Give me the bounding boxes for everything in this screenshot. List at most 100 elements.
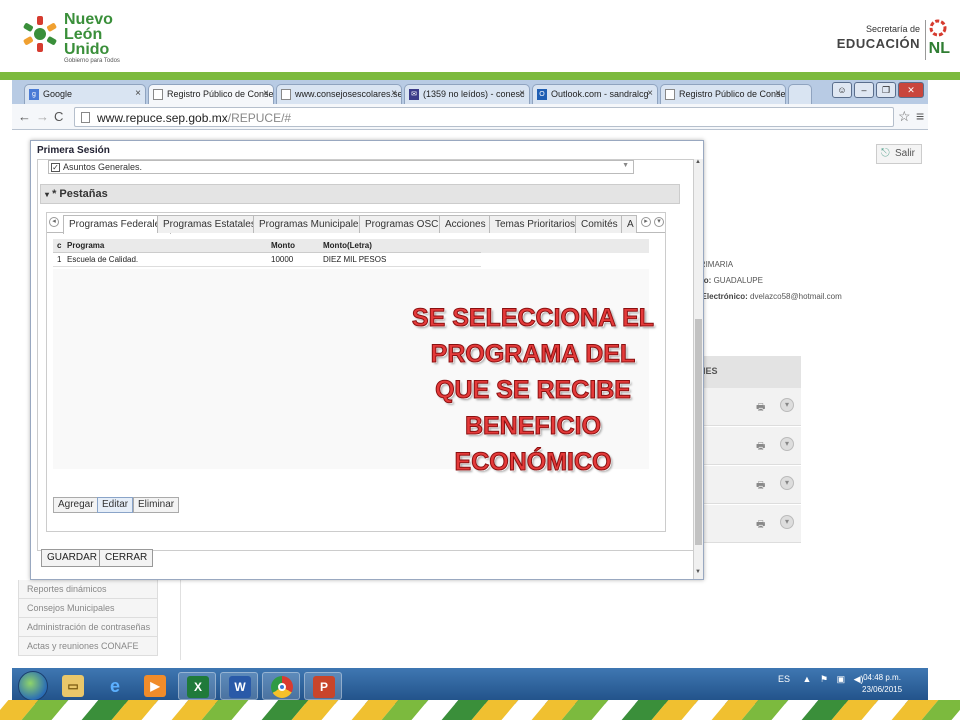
browser-tab[interactable]: Registro Público de Conse × <box>148 84 274 104</box>
chevron-down-icon[interactable]: ▾ <box>780 437 794 451</box>
save-button[interactable]: GUARDAR <box>41 549 104 567</box>
logout-button[interactable]: Salir <box>876 144 923 164</box>
page-header: Nuevo León Unido Gobierno para Todos Sec… <box>0 0 960 72</box>
tab-programas-municipales[interactable]: Programas Municipales <box>253 215 370 233</box>
tray-arrow-icon[interactable]: ▲ <box>803 674 812 684</box>
brand-line: Unido <box>64 41 110 58</box>
grid-header-row: c Programa Monto Monto(Letra) <box>53 239 481 253</box>
print-icon[interactable]: 🖶 <box>756 478 765 495</box>
close-icon[interactable]: × <box>263 88 269 99</box>
collapse-icon: ▾ <box>45 190 50 199</box>
chevron-down-icon[interactable]: ▾ <box>780 515 794 529</box>
side-menu-item[interactable]: Administración de contraseñas <box>18 618 158 637</box>
decorative-stripes <box>0 700 960 720</box>
scroll-right-icon[interactable]: ▸ <box>641 217 651 227</box>
clock[interactable]: 04:48 p.m. 23/06/2015 <box>862 672 902 696</box>
grid-header-cell[interactable]: c <box>57 241 61 250</box>
minimize-icon[interactable]: – <box>854 82 874 98</box>
url-path: /REPUCE/# <box>227 111 292 125</box>
folder-icon: ▭ <box>62 675 84 697</box>
media-player-icon: ▶ <box>144 675 166 697</box>
grid-header-cell[interactable]: Monto <box>271 241 295 250</box>
table-row[interactable]: 1 Escuela de Calidad. 10000 DIEZ MIL PES… <box>53 253 481 267</box>
grid-header-cell[interactable]: Programa <box>67 241 104 250</box>
print-icon[interactable]: 🖶 <box>756 439 765 456</box>
dialog-scrollbar[interactable]: ▲ ▼ <box>693 159 703 579</box>
new-tab-button[interactable] <box>788 84 812 104</box>
browser-tab[interactable]: www.consejosescolares.se × <box>276 84 402 104</box>
chevron-down-icon[interactable]: ▾ <box>780 398 794 412</box>
close-button[interactable]: CERRAR <box>99 549 154 567</box>
delete-button[interactable]: Eliminar <box>133 497 180 513</box>
nuevo-leon-emblem-icon <box>23 16 57 52</box>
scroll-down-icon[interactable]: ▼ <box>695 569 701 575</box>
tab-strip: ◂ Programas Federales Programas Estatale… <box>47 213 665 234</box>
menu-icon[interactable]: ≡ <box>916 108 924 124</box>
taskbar-media[interactable]: ▶ <box>136 672 174 700</box>
forward-icon[interactable]: → <box>36 109 49 124</box>
language-indicator[interactable]: ES <box>778 674 790 684</box>
page-icon <box>281 89 291 100</box>
browser-tab[interactable]: Registro Público de Conse × <box>660 84 786 104</box>
flag-icon[interactable]: ⚑ <box>820 674 828 684</box>
system-tray: ES ▲ ⚑ ▣ ◀) <box>778 674 864 685</box>
maximize-icon[interactable]: ❐ <box>876 82 896 98</box>
print-icon[interactable]: 🖶 <box>756 400 765 417</box>
scrollbar-thumb[interactable] <box>695 319 702 545</box>
scroll-up-icon[interactable]: ▲ <box>695 159 701 165</box>
tab-label: Google <box>43 89 73 99</box>
taskbar-powerpoint[interactable]: P <box>304 672 342 700</box>
checkbox[interactable]: ✓ <box>51 163 60 172</box>
tab-programas-estatales[interactable]: Programas Estatales <box>157 215 262 233</box>
tab-temas-prioritarios[interactable]: Temas Prioritarios <box>489 215 582 233</box>
grid-cell: Escuela de Calidad. <box>67 255 139 264</box>
taskbar-word[interactable]: W <box>220 672 258 700</box>
close-icon[interactable]: × <box>775 88 781 99</box>
close-icon[interactable]: × <box>647 88 653 99</box>
clock-time: 04:48 p.m. <box>863 673 901 682</box>
taskbar-chrome[interactable] <box>262 672 300 700</box>
chevron-down-icon: ▼ <box>622 162 629 169</box>
window-close-icon[interactable]: ✕ <box>898 82 924 98</box>
tab-comites[interactable]: Comités <box>575 215 624 233</box>
taskbar-ie[interactable]: e <box>96 672 134 700</box>
asuntos-select[interactable]: ✓ Asuntos Generales. ▼ <box>48 160 634 174</box>
tab-overflow[interactable]: A <box>621 215 637 233</box>
pestanas-header[interactable]: ▾ * Pestañas <box>40 184 680 204</box>
add-button[interactable]: Agregar <box>53 497 99 513</box>
tab-acciones[interactable]: Acciones <box>439 215 492 233</box>
side-menu-item[interactable]: Actas y reuniones CONAFE <box>18 637 158 656</box>
chevron-down-icon[interactable]: ▾ <box>780 476 794 490</box>
side-menu-item[interactable]: Reportes dinámicos <box>18 580 158 599</box>
network-icon[interactable]: ▣ <box>837 674 846 684</box>
tab-programas-osc[interactable]: Programas OSC <box>359 215 445 233</box>
url-input[interactable]: www.repuce.sep.gob.mx/REPUCE/# <box>74 107 894 127</box>
tab-menu-icon[interactable]: ▾ <box>654 217 664 227</box>
print-icon[interactable]: 🖶 <box>756 517 765 534</box>
google-icon: g <box>29 89 39 100</box>
scroll-left-icon[interactable]: ◂ <box>49 217 59 227</box>
back-icon[interactable]: ← <box>18 109 31 124</box>
close-icon[interactable]: × <box>135 88 141 99</box>
tab-programas-federales[interactable]: Programas Federales <box>63 215 172 234</box>
reload-icon[interactable]: C <box>54 109 63 124</box>
taskbar-excel[interactable]: X <box>178 672 216 700</box>
grid-header-cell[interactable]: Monto(Letra) <box>323 241 372 250</box>
browser-tab[interactable]: g Google × <box>24 84 146 104</box>
browser-tab[interactable]: O Outlook.com - sandralcg × <box>532 84 658 104</box>
start-button[interactable] <box>18 671 48 701</box>
page-icon <box>665 89 675 100</box>
edit-button[interactable]: Editar <box>97 497 134 513</box>
side-menu-item[interactable]: Consejos Municipales <box>18 599 158 618</box>
excel-icon: X <box>187 676 209 698</box>
close-icon[interactable]: × <box>519 88 525 99</box>
sep-line1: Secretaría de <box>865 24 920 34</box>
sep-divider <box>925 20 926 60</box>
brand-name: Nuevo León Unido <box>64 12 113 58</box>
close-icon[interactable]: × <box>391 88 397 99</box>
browser-tab[interactable]: ✉ (1359 no leídos) - conesc × <box>404 84 530 104</box>
bookmark-star-icon[interactable]: ☆ <box>898 108 911 125</box>
outlook-icon: O <box>537 89 547 100</box>
user-icon[interactable]: ☺ <box>832 82 852 98</box>
taskbar-explorer[interactable]: ▭ <box>54 672 92 700</box>
